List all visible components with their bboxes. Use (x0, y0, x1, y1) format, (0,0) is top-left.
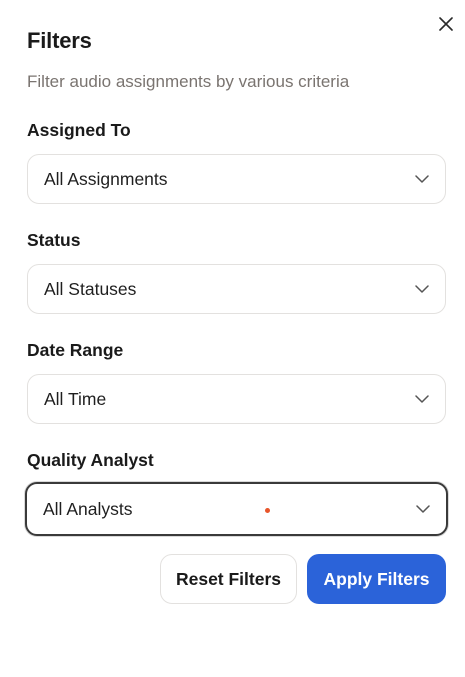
reset-filters-button[interactable]: Reset Filters (160, 554, 297, 604)
chevron-down-icon (415, 392, 429, 406)
assigned-to-select[interactable]: All Assignments (27, 154, 446, 204)
quality-analyst-select[interactable]: All Analysts (25, 482, 448, 536)
status-label: Status (27, 230, 81, 250)
assigned-to-value: All Assignments (44, 168, 168, 189)
quality-analyst-label: Quality Analyst (27, 450, 154, 470)
date-range-label: Date Range (27, 340, 124, 360)
assigned-to-label: Assigned To (27, 120, 131, 140)
apply-filters-button[interactable]: Apply Filters (307, 554, 446, 604)
chevron-down-icon (415, 172, 429, 186)
chevron-down-icon (415, 282, 429, 296)
dialog-title: Filters (27, 28, 92, 53)
dialog-subtitle: Filter audio assignments by various crit… (27, 72, 350, 91)
date-range-value: All Time (44, 388, 107, 409)
quality-analyst-value: All Analysts (43, 498, 133, 519)
status-value: All Statuses (44, 278, 137, 299)
close-button[interactable] (436, 14, 456, 34)
cursor-indicator-dot (265, 508, 270, 513)
close-icon (439, 17, 453, 31)
filters-dialog: Filters Filter audio assignments by vari… (0, 0, 465, 677)
chevron-down-icon (416, 502, 430, 516)
date-range-select[interactable]: All Time (27, 374, 446, 424)
status-select[interactable]: All Statuses (27, 264, 446, 314)
